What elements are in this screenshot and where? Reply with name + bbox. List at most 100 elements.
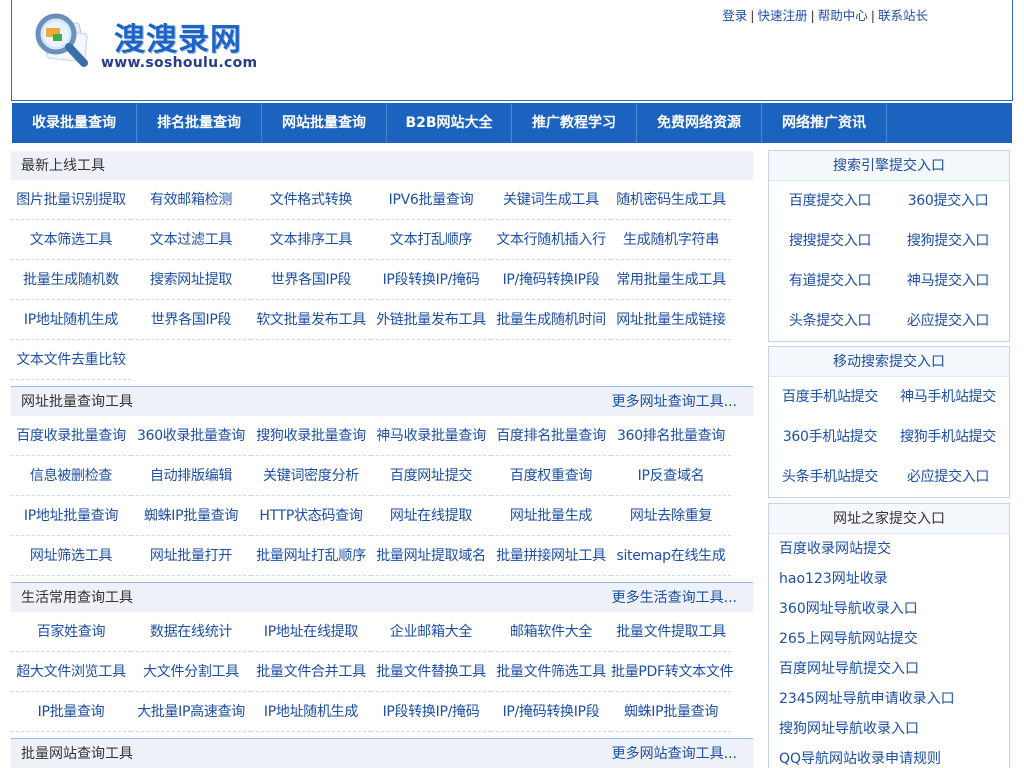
tool-link[interactable]: IPV6批量查询 — [371, 180, 491, 220]
submit-link[interactable]: 有道提交入口 — [771, 261, 889, 301]
submit-link[interactable]: 神马提交入口 — [889, 261, 1007, 301]
tool-link[interactable]: IP/掩码转换IP段 — [491, 260, 611, 300]
tool-link[interactable]: 文本过滤工具 — [131, 220, 251, 260]
tool-link[interactable]: 批量PDF转文本文件 — [611, 652, 734, 692]
tool-link[interactable]: 大文件分割工具 — [131, 652, 251, 692]
tool-link[interactable]: 网址批量生成 — [491, 496, 611, 536]
tool-link[interactable]: 文本行随机插入行 — [491, 220, 611, 260]
submit-link[interactable]: 头条手机站提交 — [771, 457, 889, 497]
site-logo[interactable]: 溲溲录网 www.soshoulu.com — [26, 6, 266, 78]
submit-link[interactable]: QQ导航网站收录申请规则 — [769, 744, 1009, 768]
tool-link[interactable]: 百度收录批量查询 — [11, 416, 131, 456]
tool-link[interactable]: IP/掩码转换IP段 — [491, 692, 611, 732]
tool-link[interactable]: 文本排序工具 — [251, 220, 371, 260]
tool-link[interactable]: 神马收录批量查询 — [371, 416, 491, 456]
tool-link[interactable]: 超大文件浏览工具 — [11, 652, 131, 692]
tool-link[interactable]: 文件格式转换 — [251, 180, 371, 220]
tool-link[interactable]: 随机密码生成工具 — [611, 180, 731, 220]
tool-link[interactable]: 软文批量发布工具 — [251, 300, 371, 340]
tool-link[interactable]: IP地址随机生成 — [11, 300, 131, 340]
more-link[interactable]: 更多网站查询工具... — [612, 739, 737, 768]
tool-link[interactable]: 企业邮箱大全 — [371, 612, 491, 652]
tool-link[interactable]: 百家姓查询 — [11, 612, 131, 652]
tool-link[interactable]: IP地址随机生成 — [251, 692, 371, 732]
tool-link[interactable]: 关键词密度分析 — [251, 456, 371, 496]
register-link[interactable]: 快速注册 — [758, 8, 808, 23]
submit-link[interactable]: 搜搜提交入口 — [771, 221, 889, 261]
tool-link[interactable]: 批量拼接网址工具 — [491, 536, 611, 576]
submit-link[interactable]: 2345网址导航申请收录入口 — [769, 684, 1009, 714]
tool-link[interactable]: IP地址在线提取 — [251, 612, 371, 652]
tool-link[interactable]: HTTP状态码查询 — [251, 496, 371, 536]
submit-link[interactable]: 搜狗网址导航收录入口 — [769, 714, 1009, 744]
tool-link[interactable]: 关键词生成工具 — [491, 180, 611, 220]
tool-link[interactable]: 邮箱软件大全 — [491, 612, 611, 652]
more-link[interactable]: 更多生活查询工具... — [612, 583, 737, 613]
submit-link[interactable]: 头条提交入口 — [771, 301, 889, 341]
tool-link[interactable]: 世界各国IP段 — [131, 300, 251, 340]
tool-link[interactable]: 网址批量打开 — [131, 536, 251, 576]
tool-link[interactable]: 批量文件筛选工具 — [491, 652, 611, 692]
tool-link[interactable]: 生成随机字符串 — [611, 220, 731, 260]
tool-link[interactable]: 搜索网址提取 — [131, 260, 251, 300]
submit-link[interactable]: 百度收录网站提交 — [769, 534, 1009, 564]
submit-link[interactable]: 360手机站提交 — [771, 417, 889, 457]
tool-link[interactable]: 网址批量生成链接 — [611, 300, 731, 340]
tool-link[interactable]: 网址在线提取 — [371, 496, 491, 536]
tool-link[interactable]: 蜘蛛IP批量查询 — [611, 692, 731, 732]
tool-link[interactable]: 百度排名批量查询 — [491, 416, 611, 456]
help-link[interactable]: 帮助中心 — [818, 8, 868, 23]
tool-link[interactable]: 文本文件去重比较 — [11, 340, 131, 380]
tool-link[interactable]: 批量网址提取域名 — [371, 536, 491, 576]
tool-link[interactable]: 批量文件合并工具 — [251, 652, 371, 692]
tool-link[interactable]: 自动排版编辑 — [131, 456, 251, 496]
submit-link[interactable]: 360网址导航收录入口 — [769, 594, 1009, 624]
more-link[interactable]: 更多网址查询工具... — [612, 387, 737, 417]
submit-link[interactable]: 必应提交入口 — [889, 457, 1007, 497]
tool-link[interactable]: 批量网址打乱顺序 — [251, 536, 371, 576]
tool-link[interactable]: 外链批量发布工具 — [371, 300, 491, 340]
nav-item[interactable]: B2B网站大全 — [387, 103, 512, 143]
submit-link[interactable]: 神马手机站提交 — [889, 377, 1007, 417]
tool-link[interactable]: IP批量查询 — [11, 692, 131, 732]
tool-link[interactable]: IP段转换IP/掩码 — [371, 692, 491, 732]
nav-item[interactable]: 网络推广资讯 — [762, 103, 887, 143]
tool-link[interactable]: 大批量IP高速查询 — [131, 692, 251, 732]
tool-link[interactable]: sitemap在线生成 — [611, 536, 731, 576]
tool-link[interactable]: 文本打乱顺序 — [371, 220, 491, 260]
submit-link[interactable]: 百度网址导航提交入口 — [769, 654, 1009, 684]
tool-link[interactable]: 蜘蛛IP批量查询 — [131, 496, 251, 536]
submit-link[interactable]: 百度手机站提交 — [771, 377, 889, 417]
tool-link[interactable]: 网址筛选工具 — [11, 536, 131, 576]
tool-link[interactable]: 世界各国IP段 — [251, 260, 371, 300]
tool-link[interactable]: 搜狗收录批量查询 — [251, 416, 371, 456]
tool-link[interactable]: IP地址批量查询 — [11, 496, 131, 536]
tool-link[interactable]: 百度网址提交 — [371, 456, 491, 496]
submit-link[interactable]: 搜狗手机站提交 — [889, 417, 1007, 457]
tool-link[interactable]: 数据在线统计 — [131, 612, 251, 652]
nav-item[interactable]: 网站批量查询 — [262, 103, 387, 143]
nav-item[interactable]: 免费网络资源 — [637, 103, 762, 143]
tool-link[interactable]: 批量文件提取工具 — [611, 612, 731, 652]
nav-item[interactable]: 收录批量查询 — [12, 103, 137, 143]
tool-link[interactable]: 文本筛选工具 — [11, 220, 131, 260]
tool-link[interactable]: 360收录批量查询 — [131, 416, 251, 456]
tool-link[interactable]: 百度权重查询 — [491, 456, 611, 496]
nav-item[interactable]: 推广教程学习 — [512, 103, 637, 143]
submit-link[interactable]: 搜狗提交入口 — [889, 221, 1007, 261]
submit-link[interactable]: 265上网导航网站提交 — [769, 624, 1009, 654]
tool-link[interactable]: 信息被删检查 — [11, 456, 131, 496]
submit-link[interactable]: 360提交入口 — [889, 181, 1007, 221]
tool-link[interactable]: 批量生成随机数 — [11, 260, 131, 300]
tool-link[interactable]: 批量文件替换工具 — [371, 652, 491, 692]
submit-link[interactable]: 必应提交入口 — [889, 301, 1007, 341]
tool-link[interactable]: 图片批量识别提取 — [11, 180, 131, 220]
submit-link[interactable]: 百度提交入口 — [771, 181, 889, 221]
tool-link[interactable]: 常用批量生成工具 — [611, 260, 731, 300]
tool-link[interactable]: IP段转换IP/掩码 — [371, 260, 491, 300]
tool-link[interactable]: 360排名批量查询 — [611, 416, 731, 456]
nav-item[interactable]: 排名批量查询 — [137, 103, 262, 143]
login-link[interactable]: 登录 — [722, 8, 747, 23]
tool-link[interactable]: IP反查域名 — [611, 456, 731, 496]
tool-link[interactable]: 网址去除重复 — [611, 496, 731, 536]
